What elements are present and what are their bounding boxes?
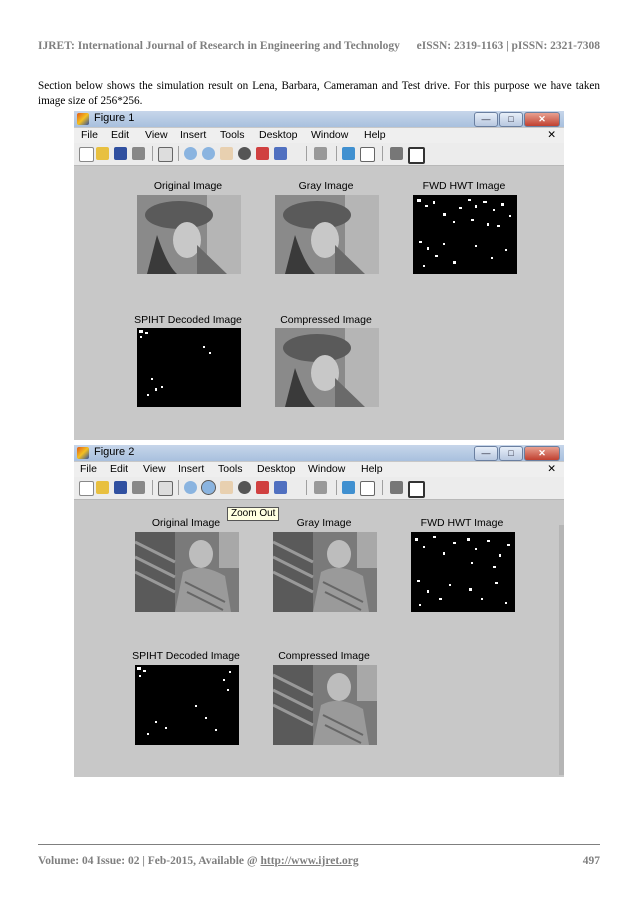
save-icon[interactable] — [114, 147, 127, 160]
new-file-icon[interactable] — [79, 147, 94, 162]
show-plot-tools-icon[interactable] — [408, 147, 425, 164]
menu-help[interactable]: Help — [361, 463, 383, 475]
menu-view[interactable]: View — [145, 129, 168, 141]
menu-bar: File Edit View Insert Tools Desktop Wind… — [74, 128, 564, 143]
close-button[interactable]: ✕ — [524, 112, 560, 127]
page-footer: Volume: 04 Issue: 02 | Feb-2015, Availab… — [38, 855, 600, 867]
colorbar-icon[interactable] — [342, 147, 355, 160]
minimize-button[interactable]: — — [474, 112, 498, 127]
figure-1-window: Figure 1 — □ ✕ File Edit View Insert Too… — [74, 111, 564, 440]
menu-close-icon[interactable]: ✕ — [547, 129, 556, 141]
toolbar — [74, 477, 564, 500]
journal-link[interactable]: http://www.ijret.org — [260, 855, 358, 867]
menu-edit[interactable]: Edit — [110, 463, 128, 475]
save-icon[interactable] — [114, 481, 127, 494]
matlab-icon — [77, 113, 89, 125]
caption-compressed: Compressed Image — [280, 314, 372, 326]
zoom-in-icon[interactable] — [184, 481, 197, 494]
data-cursor-icon[interactable] — [256, 481, 269, 494]
menu-view[interactable]: View — [143, 463, 166, 475]
lena-fwd-hwt-image — [413, 195, 517, 274]
caption-fwd: FWD HWT Image — [420, 517, 504, 529]
caption-original: Original Image — [151, 517, 221, 529]
caption-compressed: Compressed Image — [278, 650, 370, 662]
barbara-original-image — [135, 532, 239, 612]
menu-close-icon[interactable]: ✕ — [547, 463, 556, 475]
zoom-out-icon[interactable] — [202, 147, 215, 160]
page-header: IJRET: International Journal of Research… — [38, 40, 600, 52]
caption-spiht: SPIHT Decoded Image — [134, 314, 242, 326]
legend-icon[interactable] — [360, 147, 375, 162]
barbara-spiht-decoded-image — [135, 665, 239, 745]
maximize-button[interactable]: □ — [499, 446, 523, 461]
menu-window[interactable]: Window — [311, 129, 348, 141]
brush-icon[interactable] — [274, 481, 287, 494]
caption-original: Original Image — [153, 180, 223, 192]
legend-icon[interactable] — [360, 481, 375, 496]
window-title: Figure 1 — [94, 112, 135, 124]
print-icon[interactable] — [132, 481, 145, 494]
caption-gray: Gray Image — [296, 517, 352, 529]
minimize-button[interactable]: — — [474, 446, 498, 461]
pointer-icon[interactable] — [158, 147, 173, 162]
menu-tools[interactable]: Tools — [218, 463, 243, 475]
menu-desktop[interactable]: Desktop — [259, 129, 298, 141]
zoom-out-icon[interactable] — [201, 480, 216, 495]
window-title: Figure 2 — [94, 446, 135, 458]
maximize-button[interactable]: □ — [499, 112, 523, 127]
rotate-3d-icon[interactable] — [238, 481, 251, 494]
hide-plot-tools-icon[interactable] — [390, 147, 403, 160]
caption-fwd: FWD HWT Image — [422, 180, 506, 192]
hide-plot-tools-icon[interactable] — [390, 481, 403, 494]
print-icon[interactable] — [132, 147, 145, 160]
body-paragraph: Section below shows the simulation resul… — [38, 80, 600, 107]
lena-compressed-image — [275, 328, 379, 407]
menu-insert[interactable]: Insert — [180, 129, 206, 141]
menu-file[interactable]: File — [81, 129, 98, 141]
barbara-gray-image — [273, 532, 377, 612]
menu-tools[interactable]: Tools — [220, 129, 245, 141]
link-plot-icon[interactable] — [314, 481, 327, 494]
footer-volume: Volume: 04 Issue: 02 | Feb-2015, Availab… — [38, 855, 359, 867]
lena-original-image — [137, 195, 241, 274]
show-plot-tools-icon[interactable] — [408, 481, 425, 498]
menu-file[interactable]: File — [80, 463, 97, 475]
menu-window[interactable]: Window — [308, 463, 345, 475]
matlab-icon — [77, 447, 89, 459]
issn: eISSN: 2319-1163 | pISSN: 2321-7308 — [416, 40, 600, 52]
open-folder-icon[interactable] — [96, 147, 109, 160]
title-bar[interactable]: Figure 1 — □ ✕ — [74, 111, 564, 127]
caption-spiht: SPIHT Decoded Image — [132, 650, 240, 662]
scrollbar[interactable] — [559, 525, 564, 775]
menu-bar: File Edit View Insert Tools Desktop Wind… — [74, 462, 564, 477]
title-bar[interactable]: Figure 2 — □ ✕ — [74, 445, 564, 461]
pan-hand-icon[interactable] — [220, 147, 233, 160]
menu-insert[interactable]: Insert — [178, 463, 204, 475]
journal-title: IJRET: International Journal of Research… — [38, 40, 400, 52]
zoom-in-icon[interactable] — [184, 147, 197, 160]
pan-hand-icon[interactable] — [220, 481, 233, 494]
menu-desktop[interactable]: Desktop — [257, 463, 296, 475]
lena-spiht-decoded-image — [137, 328, 241, 407]
colorbar-icon[interactable] — [342, 481, 355, 494]
menu-help[interactable]: Help — [364, 129, 386, 141]
footer-rule — [38, 844, 600, 845]
page-number: 497 — [582, 855, 600, 867]
link-plot-icon[interactable] — [314, 147, 327, 160]
figure-2-window: Figure 2 — □ ✕ File Edit View Insert Too… — [74, 445, 564, 777]
data-cursor-icon[interactable] — [256, 147, 269, 160]
caption-gray: Gray Image — [298, 180, 354, 192]
close-button[interactable]: ✕ — [524, 446, 560, 461]
rotate-3d-icon[interactable] — [238, 147, 251, 160]
brush-icon[interactable] — [274, 147, 287, 160]
lena-gray-image — [275, 195, 379, 274]
toolbar — [74, 143, 564, 166]
open-folder-icon[interactable] — [96, 481, 109, 494]
new-file-icon[interactable] — [79, 481, 94, 496]
barbara-compressed-image — [273, 665, 377, 745]
pointer-icon[interactable] — [158, 481, 173, 496]
menu-edit[interactable]: Edit — [111, 129, 129, 141]
barbara-fwd-hwt-image — [411, 532, 515, 612]
